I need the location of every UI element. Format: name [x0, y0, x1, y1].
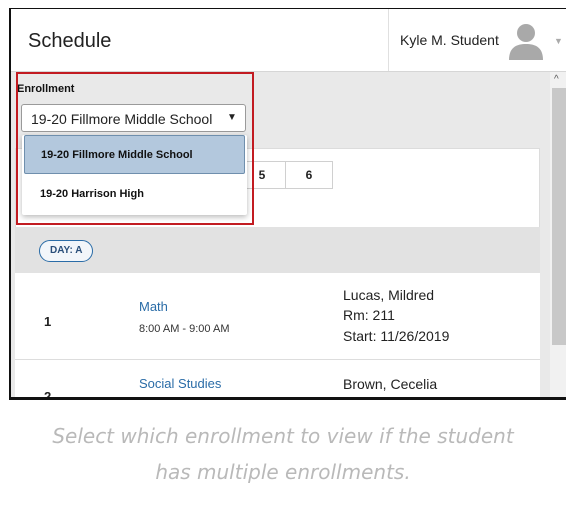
scrollbar-thumb[interactable]: [552, 88, 566, 345]
day-header: [15, 227, 540, 273]
page-title: Schedule: [28, 30, 112, 52]
app-window: Schedule Kyle M. Student ▼ ^ Enrollment …: [9, 8, 566, 400]
caption: Select which enrollment to view if the s…: [0, 418, 566, 490]
user-name: Kyle M. Student: [400, 32, 499, 48]
caption-line-2: has multiple enrollments.: [155, 460, 411, 484]
room-number: Rm: 211: [343, 307, 395, 323]
vertical-scrollbar[interactable]: ^: [550, 72, 566, 397]
header-bar: Schedule Kyle M. Student ▼: [11, 9, 566, 72]
schedule-row: 1 Math 8:00 AM - 9:00 AM Lucas, Mildred …: [15, 273, 540, 360]
course-link[interactable]: Math: [139, 299, 168, 314]
course-time: 8:00 AM - 9:00 AM: [139, 323, 230, 335]
person-avatar-icon: [509, 24, 543, 60]
period-number: 1: [44, 314, 52, 329]
period-tab-6[interactable]: 6: [285, 161, 333, 189]
course-link[interactable]: Social Studies: [139, 376, 221, 391]
scroll-up-arrow-icon[interactable]: ^: [554, 74, 559, 85]
highlight-annotation-box: [16, 72, 254, 225]
period-number: 2: [44, 389, 52, 400]
schedule-row: 2 Social Studies Brown, Cecelia: [15, 360, 540, 400]
day-badge: DAY: A: [39, 240, 94, 262]
teacher-name: Brown, Cecelia: [343, 376, 438, 392]
caption-line-1: Select which enrollment to view if the s…: [52, 424, 514, 448]
user-menu[interactable]: Kyle M. Student ▼: [388, 9, 566, 71]
chevron-down-icon[interactable]: ▼: [554, 36, 563, 46]
teacher-name: Lucas, Mildred: [343, 287, 435, 303]
start-date: Start: 11/26/2019: [343, 328, 450, 344]
